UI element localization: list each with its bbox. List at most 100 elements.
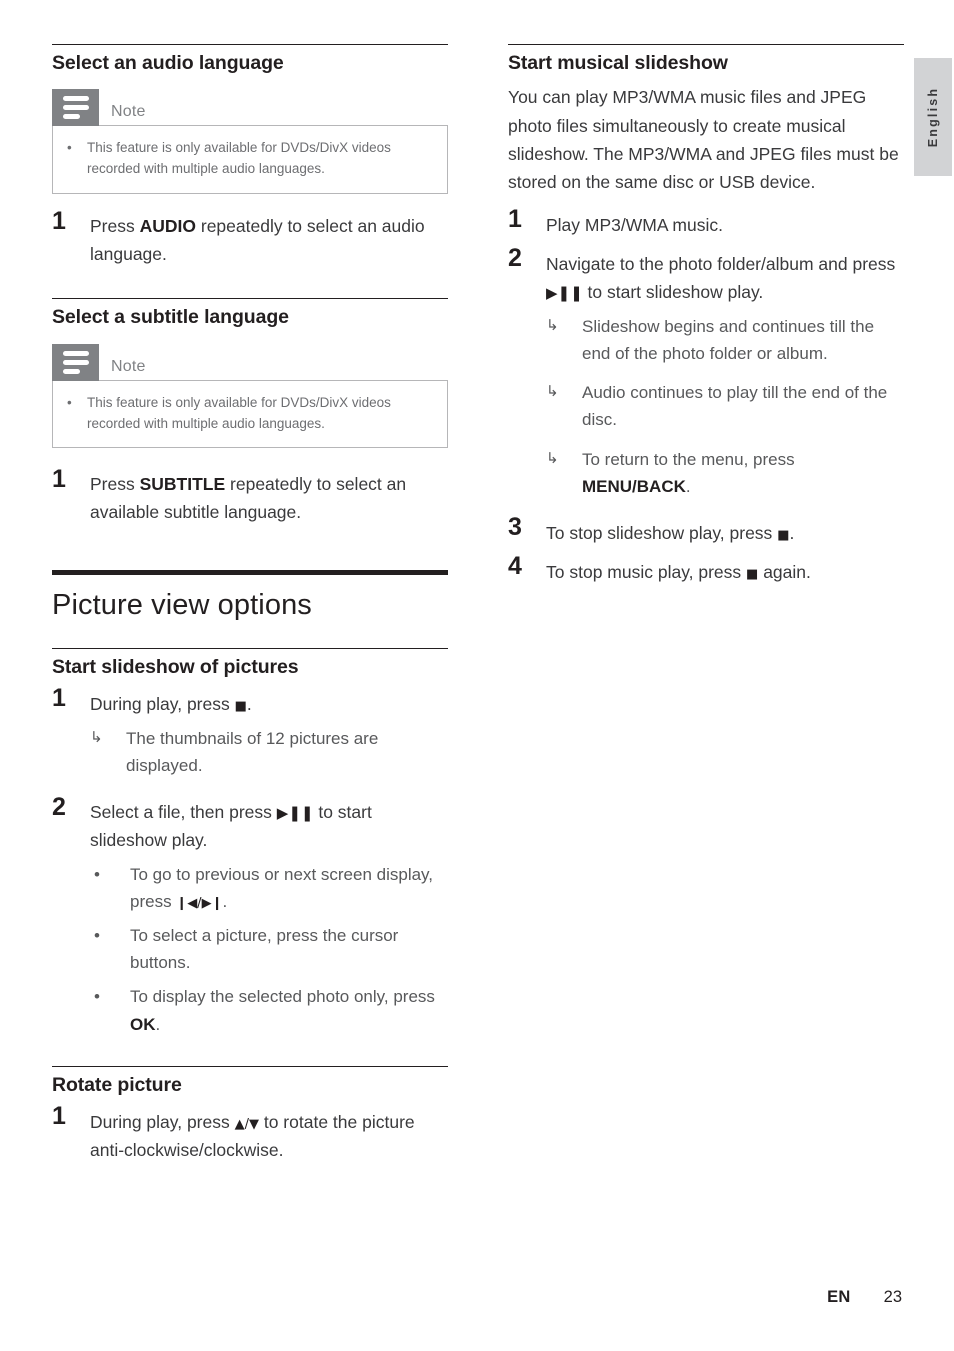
note-lines-icon: [52, 89, 99, 127]
step-text: During play, press ■.: [90, 685, 448, 718]
step-text-after: .: [246, 694, 252, 715]
result-arrow-icon: ↳: [546, 382, 559, 401]
step-item: 2 Select a file, then press ▶❚❚ to start…: [52, 793, 448, 854]
section-start-slideshow-of-pictures: Start slideshow of pictures 1 During pla…: [52, 647, 448, 1038]
step-item: 1 During play, press ■.: [52, 685, 448, 718]
step-text-before: Select a file, then press: [90, 801, 277, 822]
step-item: 1 Press SUBTITLE repeatedly to select an…: [52, 466, 448, 526]
note-lines-icon: [52, 343, 99, 381]
result-text: To return to the menu, press MENU/BACK.: [582, 446, 904, 500]
note-body: • This feature is only available for DVD…: [52, 379, 448, 449]
prev-next-glyph: ❙◀/▶❙: [176, 895, 223, 911]
result-text-after: .: [685, 476, 691, 496]
list-item-text-after: .: [155, 1014, 161, 1034]
step-item: 1 During play, press ▲/▼ to rotate the p…: [52, 1103, 448, 1164]
section-heading: Rotate picture: [52, 1073, 182, 1096]
step-text-after: to start slideshow play.: [582, 281, 764, 302]
step-number: 4: [508, 551, 522, 580]
note-list-item: • This feature is only available for DVD…: [67, 138, 433, 180]
chapter-divider: [52, 570, 448, 576]
step-text: Select a file, then press ▶❚❚ to start s…: [90, 794, 448, 854]
list-item-text-after: .: [222, 891, 228, 911]
list-item-text: To go to previous or next screen display…: [130, 861, 448, 915]
step-key-audio: AUDIO: [139, 216, 196, 237]
bullet-icon: •: [94, 925, 100, 945]
step-item: 4 To stop music play, press ■ again.: [508, 553, 904, 586]
result-item: ↳ The thumbnails of 12 pictures are disp…: [90, 725, 448, 779]
section-heading: Start musical slideshow: [508, 52, 728, 74]
note-title: Note: [111, 357, 146, 375]
result-text: The thumbnails of 12 pictures are displa…: [126, 729, 379, 776]
key-menu-back: MENU/BACK: [582, 476, 686, 496]
step-text: Play MP3/WMA music.: [546, 214, 723, 235]
list-item-text: To display the selected photo only, pres…: [130, 983, 448, 1037]
section-divider: [52, 1065, 448, 1067]
step-results: ↳ Slideshow begins and continues till th…: [546, 313, 904, 500]
result-text-before: To return to the menu, press: [582, 449, 795, 469]
note-header: Note: [52, 89, 448, 127]
step-number: 1: [52, 1102, 66, 1131]
result-item: ↳ Slideshow begins and continues till th…: [546, 313, 904, 367]
section-divider: [52, 44, 448, 45]
step-text: Press SUBTITLE repeatedly to select an a…: [90, 466, 448, 526]
list-item: • To select a picture, press the cursor …: [90, 922, 448, 976]
section-select-audio-language: Select an audio language Note • This fea…: [52, 44, 448, 268]
section-divider: [508, 44, 904, 45]
step-text: During play, press ▲/▼ to rotate the pic…: [90, 1103, 448, 1164]
step-number: 1: [52, 684, 66, 713]
section-heading: Start slideshow of pictures: [52, 655, 299, 678]
result-text: Audio continues to play till the end of …: [582, 383, 888, 430]
footer-page-number: 23: [883, 1288, 902, 1306]
list-item-text: To select a picture, press the cursor bu…: [130, 925, 399, 973]
step-text-before: Press: [90, 216, 140, 237]
play-pause-glyph: ▶❚❚: [276, 803, 314, 822]
play-pause-glyph: ▶❚❚: [546, 283, 583, 302]
result-item: ↳ To return to the menu, press MENU/BACK…: [546, 446, 904, 500]
step-text: To stop slideshow play, press ■.: [546, 514, 904, 547]
result-arrow-icon: ↳: [90, 728, 103, 747]
step-number: 2: [508, 243, 522, 272]
manual-page: Select an audio language Note • This fea…: [0, 0, 954, 1351]
step-item: 3 To stop slideshow play, press ■.: [508, 514, 904, 547]
step-text-before: During play, press: [90, 694, 235, 715]
bullet-icon: •: [67, 140, 72, 156]
note-title: Note: [111, 103, 146, 121]
bullet-icon: •: [94, 987, 100, 1007]
up-down-arrow-glyph: ▲/▼: [234, 1117, 259, 1133]
step-key-subtitle: SUBTITLE: [139, 474, 226, 495]
page-footer: EN 23: [0, 1288, 954, 1307]
step-text-before: Press: [90, 474, 140, 495]
note-box: Note • This feature is only available fo…: [52, 89, 448, 195]
section-select-subtitle-language: Select a subtitle language Note • This f…: [52, 298, 448, 526]
right-column: Start musical slideshow You can play MP3…: [508, 44, 904, 586]
footer-language-code: EN: [827, 1288, 851, 1306]
note-header: Note: [52, 343, 448, 381]
result-item: ↳ Audio continues to play till the end o…: [546, 379, 904, 433]
note-box: Note • This feature is only available fo…: [52, 343, 448, 449]
note-item-text: This feature is only available for DVDs/…: [87, 394, 391, 431]
step-text-after: .: [789, 522, 795, 543]
result-arrow-icon: ↳: [546, 315, 559, 334]
section-divider: [52, 298, 448, 300]
section-divider: [52, 647, 448, 649]
stop-button-glyph: ■: [234, 699, 247, 715]
step-number: 3: [508, 512, 522, 541]
language-tab-label: English: [926, 86, 940, 148]
stop-button-glyph: ■: [777, 527, 790, 543]
stop-button-glyph: ■: [746, 566, 759, 582]
note-body: • This feature is only available for DVD…: [52, 125, 448, 195]
step-text-before: To stop slideshow play, press: [546, 522, 778, 543]
note-item-text: This feature is only available for DVDs/…: [87, 140, 391, 177]
step-text-before: Navigate to the photo folder/album and p…: [546, 253, 896, 274]
section-rotate-picture: Rotate picture 1 During play, press ▲/▼ …: [52, 1065, 448, 1164]
step-number: 1: [52, 207, 66, 236]
section-heading: Select an audio language: [52, 52, 284, 74]
result-arrow-icon: ↳: [546, 448, 559, 467]
note-list-item: • This feature is only available for DVD…: [67, 393, 433, 435]
step-item: 1 Press AUDIO repeatedly to select an au…: [52, 208, 448, 268]
result-text: Slideshow begins and continues till the …: [582, 316, 875, 363]
bullet-icon: •: [67, 394, 72, 410]
step-item: 1 Play MP3/WMA music.: [508, 206, 904, 239]
key-ok: OK: [130, 1014, 156, 1034]
step-text: Navigate to the photo folder/album and p…: [546, 245, 904, 306]
